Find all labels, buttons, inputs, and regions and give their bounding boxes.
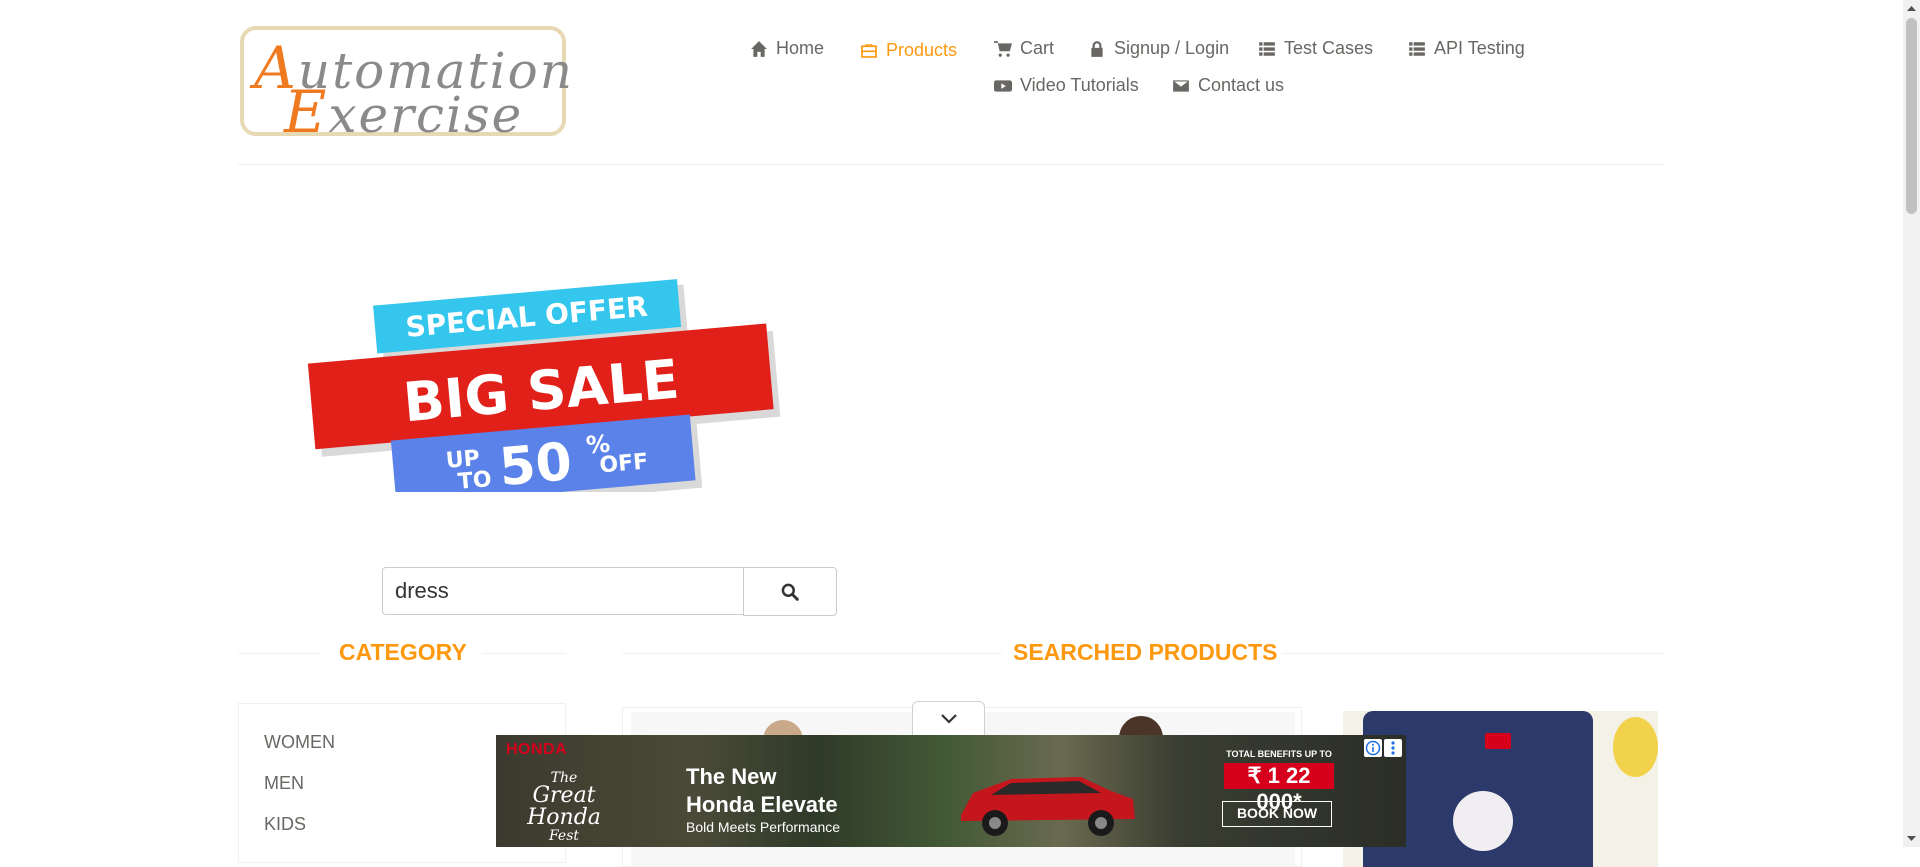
page-scrollbar[interactable] (1903, 0, 1920, 847)
banner-to: TO (457, 467, 493, 492)
nav-video-tutorials-label: Video Tutorials (1020, 75, 1139, 95)
ad-total-label: TOTAL BENEFITS UP TO (1226, 749, 1332, 759)
banner-off: OFF (598, 449, 649, 478)
nav-api-testing[interactable]: API Testing (1408, 38, 1525, 59)
category-item-men[interactable]: MEN (264, 773, 304, 794)
nav-contact-us[interactable]: Contact us (1172, 75, 1284, 96)
nav-signup-login[interactable]: Signup / Login (1088, 38, 1229, 59)
category-item-kids[interactable]: KIDS (264, 814, 306, 835)
envelope-icon (1173, 79, 1189, 92)
nav-signup-login-label: Signup / Login (1114, 38, 1230, 58)
lock-icon (1091, 40, 1103, 57)
nav-home[interactable]: Home (750, 38, 824, 59)
product-image-cat-print (1453, 791, 1513, 851)
home-icon (751, 40, 767, 57)
scroll-down-arrow-icon[interactable] (1907, 834, 1916, 843)
list-icon (1409, 41, 1425, 56)
category-title: CATEGORY (339, 639, 467, 665)
search-input[interactable] (382, 567, 746, 615)
scroll-up-arrow-icon[interactable] (1907, 4, 1916, 13)
ad-banner[interactable]: HONDA The Great Honda Fest The New Honda… (496, 735, 1406, 847)
site-logo[interactable]: Automation Exercise (240, 26, 572, 146)
ad-car-image (961, 777, 1135, 836)
nav-video-tutorials[interactable]: Video Tutorials (994, 75, 1139, 96)
category-rule-left (238, 653, 320, 654)
ad-price: ₹ 1 22 000* (1224, 763, 1334, 814)
logo-line-exercise: Exercise (284, 78, 524, 146)
ad-info-icon[interactable] (1364, 739, 1382, 757)
search-button[interactable] (743, 567, 837, 616)
ad-brand: HONDA (506, 741, 568, 758)
ad-book-now-button[interactable]: BOOK NOW (1222, 801, 1332, 827)
youtube-icon (994, 79, 1012, 92)
scroll-thumb[interactable] (1906, 18, 1917, 214)
chevron-down-icon (940, 713, 957, 724)
nav-cart-label: Cart (1020, 38, 1055, 58)
product-image-tag (1485, 733, 1511, 749)
product-image-flower (1613, 717, 1658, 777)
nav-contact-us-label: Contact us (1198, 75, 1285, 95)
nav-test-cases-label: Test Cases (1284, 38, 1374, 58)
list-icon (1259, 41, 1275, 56)
nav-products[interactable]: Products (860, 40, 957, 61)
category-item-women[interactable]: WOMEN (264, 732, 335, 753)
cart-icon (994, 40, 1012, 57)
briefcase-icon (861, 43, 877, 58)
ad-more-options-icon[interactable] (1384, 739, 1402, 757)
ad-collapse-toggle[interactable] (912, 701, 985, 735)
ad-fest-logo: The Great Honda Fest (527, 770, 601, 844)
nav-products-label: Products (886, 40, 958, 60)
banner-fifty: 50 (497, 432, 574, 492)
header-divider (238, 164, 1664, 165)
sale-banner: SPECIAL OFFER BIG SALE UP TO 50 % OFF (307, 279, 781, 492)
ad-subline: Bold Meets Performance (686, 819, 841, 835)
nav-api-testing-label: API Testing (1434, 38, 1525, 58)
nav-home-label: Home (776, 38, 825, 58)
searched-products-title: SEARCHED PRODUCTS (1013, 639, 1278, 665)
products-rule-right (1282, 653, 1664, 654)
nav-test-cases[interactable]: Test Cases (1258, 38, 1373, 59)
products-rule-left (622, 653, 1002, 654)
ad-headline: The New Honda Elevate (686, 764, 838, 817)
nav-cart[interactable]: Cart (994, 38, 1054, 59)
category-rule-right (482, 653, 566, 654)
search-icon (781, 583, 799, 601)
